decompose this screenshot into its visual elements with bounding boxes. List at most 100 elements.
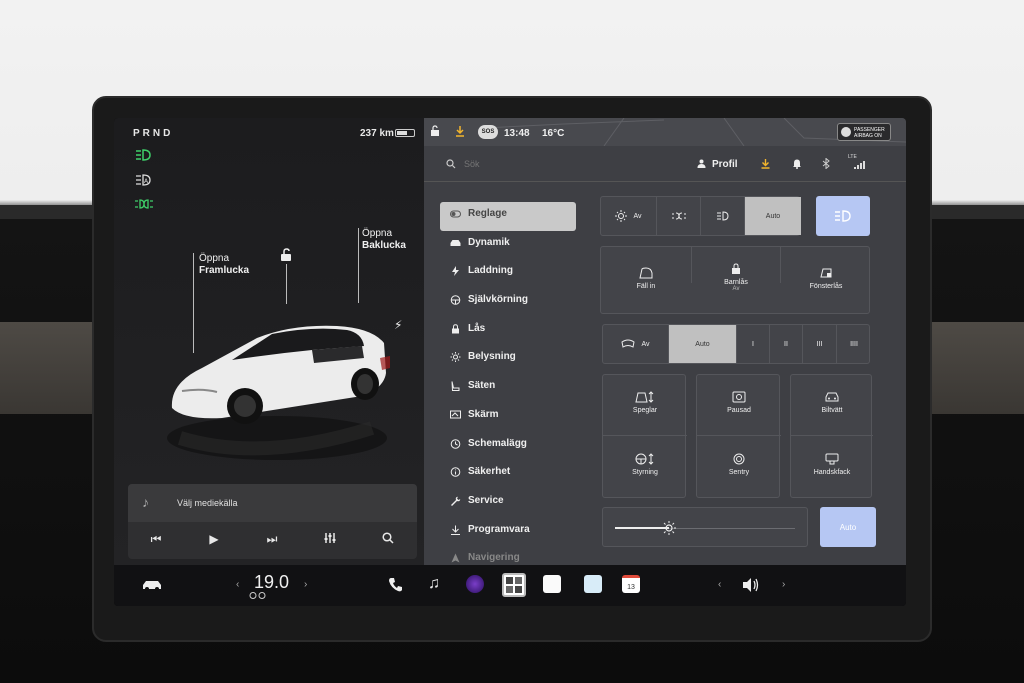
sentry-button[interactable]: Sentry bbox=[697, 453, 781, 476]
menu-item-2[interactable]: Laddning bbox=[440, 259, 576, 288]
equalizer-icon[interactable] bbox=[320, 532, 340, 547]
menu-item-9[interactable]: Säkerhet bbox=[440, 460, 576, 489]
wiper-speed-4[interactable]: IIII bbox=[837, 325, 871, 363]
divider bbox=[603, 435, 687, 436]
touchscreen: PRND 237 km A Öppna Framlucka Öppna Bakl… bbox=[114, 118, 906, 606]
dashcam-button[interactable]: Pausad bbox=[697, 391, 781, 414]
wiper-speed-2[interactable]: II bbox=[770, 325, 803, 363]
glovebox-label: Handskfack bbox=[813, 469, 851, 476]
volume-up-chevron[interactable]: › bbox=[782, 579, 785, 590]
music-icon[interactable]: ♫ bbox=[428, 575, 440, 593]
mirror-adjust-icon bbox=[635, 391, 654, 403]
browser-icon[interactable] bbox=[584, 575, 602, 593]
bottom-bar: ‹ 19.0 › ♫ 13 ‹ › bbox=[114, 565, 906, 606]
wiper-speed-3[interactable]: III bbox=[803, 325, 837, 363]
sentry-icon bbox=[733, 453, 745, 465]
menu-item-1[interactable]: Dynamik bbox=[440, 231, 576, 260]
toggle-icon bbox=[450, 210, 461, 218]
child-lock-button[interactable]: Barnlås Av bbox=[691, 247, 781, 292]
sos-icon[interactable]: SOS bbox=[478, 125, 498, 139]
lights-control: Av Auto bbox=[600, 196, 801, 236]
media-search-icon[interactable] bbox=[378, 532, 398, 547]
window-lock-button[interactable]: Fönsterlås bbox=[781, 267, 871, 290]
brightness-fill bbox=[615, 527, 669, 529]
brightness-sun-icon[interactable] bbox=[662, 521, 676, 535]
child-lock-state: Av bbox=[732, 286, 740, 292]
auto-headlight-icon: A bbox=[136, 174, 151, 186]
menu-item-label: Säkerhet bbox=[468, 466, 511, 478]
profile-button[interactable]: Profil bbox=[697, 159, 738, 170]
next-track-icon[interactable]: ⏭ bbox=[262, 532, 282, 547]
charge-port-icon[interactable]: ⚡ bbox=[394, 318, 402, 332]
media-source-bar[interactable]: ♪ Välj mediekälla bbox=[128, 484, 417, 522]
open-trunk-label-line1: Öppna bbox=[362, 228, 393, 239]
menu-item-11[interactable]: Programvara bbox=[440, 518, 576, 547]
parking-lights-button[interactable] bbox=[657, 197, 701, 235]
lights-off-button[interactable]: Av bbox=[601, 197, 657, 235]
temperature-up-chevron[interactable]: › bbox=[304, 579, 307, 590]
search-icon bbox=[446, 159, 456, 169]
menu-item-label: Belysning bbox=[468, 351, 516, 363]
steering-adjust-button[interactable]: Styrning bbox=[603, 453, 687, 476]
low-beam-button[interactable] bbox=[701, 197, 745, 235]
menu-item-5[interactable]: Belysning bbox=[440, 345, 576, 374]
wipers-auto-button[interactable]: Auto bbox=[669, 325, 737, 363]
app-launcher-icon[interactable] bbox=[502, 573, 526, 597]
battery-icon bbox=[395, 129, 415, 137]
unlock-icon[interactable] bbox=[279, 248, 293, 262]
info-icon bbox=[450, 467, 461, 477]
software-update-icon[interactable] bbox=[760, 158, 771, 169]
dashcam-sentry-group: Pausad Sentry bbox=[696, 374, 781, 498]
outside-temperature: 16°C bbox=[542, 128, 565, 139]
bluetooth-icon[interactable] bbox=[822, 158, 830, 169]
menu-item-0[interactable]: Reglage bbox=[440, 202, 576, 231]
car-wash-button[interactable]: Biltvätt bbox=[791, 391, 873, 414]
menu-item-3[interactable]: Självkörning bbox=[440, 288, 576, 317]
mirror-adjust-button[interactable]: Speglar bbox=[603, 391, 687, 414]
notes-icon[interactable] bbox=[543, 575, 561, 593]
open-frunk-label[interactable]: Öppna Framlucka bbox=[199, 253, 249, 277]
open-frunk-label-line2: Framlucka bbox=[199, 265, 250, 276]
menu-item-8[interactable]: Schemalägg bbox=[440, 432, 576, 461]
clock: 13:48 bbox=[504, 128, 530, 139]
sentry-label: Sentry bbox=[728, 469, 750, 476]
previous-track-icon[interactable]: ⏮ bbox=[146, 532, 166, 547]
phone-icon[interactable] bbox=[388, 577, 404, 593]
open-trunk-label[interactable]: Öppna Baklucka bbox=[362, 228, 406, 252]
search-input[interactable] bbox=[464, 155, 644, 173]
dashboard-wood-trim bbox=[930, 322, 1024, 414]
menu-item-label: Laddning bbox=[468, 265, 513, 277]
calendar-icon[interactable]: 13 bbox=[622, 575, 640, 593]
climate-icon bbox=[249, 592, 266, 599]
lock-icon bbox=[452, 324, 459, 334]
wiper-speed-1[interactable]: I bbox=[737, 325, 770, 363]
glovebox-button[interactable]: Handskfack bbox=[791, 453, 873, 476]
fold-mirrors-button[interactable]: Fäll in bbox=[601, 267, 691, 290]
volume-icon[interactable] bbox=[742, 577, 760, 593]
dashboard-trim bbox=[920, 205, 1024, 219]
volume-down-chevron[interactable]: ‹ bbox=[718, 579, 721, 590]
mirror-adjust-label: Speglar bbox=[632, 407, 658, 414]
bell-icon[interactable] bbox=[792, 158, 802, 169]
wipers-off-button[interactable]: Av bbox=[603, 325, 669, 363]
dashcam-label: Pausad bbox=[727, 407, 751, 414]
menu-item-10[interactable]: Service bbox=[440, 489, 576, 518]
download-status-icon bbox=[456, 126, 464, 137]
brightness-auto-button[interactable]: Auto bbox=[820, 507, 876, 547]
wiper-icon bbox=[621, 339, 636, 348]
menu-item-4[interactable]: Lås bbox=[440, 317, 576, 346]
lights-auto-button[interactable]: Auto bbox=[745, 197, 801, 235]
search-row: Profil LTE bbox=[424, 146, 906, 182]
divider bbox=[791, 435, 873, 436]
menu-item-6[interactable]: Säten bbox=[440, 374, 576, 403]
play-icon[interactable]: ▶ bbox=[204, 532, 224, 546]
car-icon[interactable] bbox=[142, 579, 162, 591]
menu-item-7[interactable]: Skärm bbox=[440, 403, 576, 432]
mirror-icon bbox=[639, 267, 653, 279]
brightness-control bbox=[602, 507, 808, 547]
high-beam-button[interactable] bbox=[816, 196, 870, 236]
temperature-down-chevron[interactable]: ‹ bbox=[236, 579, 239, 590]
cabin-temperature[interactable]: 19.0 bbox=[254, 572, 289, 593]
music-note-icon: ♪ bbox=[142, 494, 149, 510]
camera-icon[interactable] bbox=[466, 575, 484, 593]
